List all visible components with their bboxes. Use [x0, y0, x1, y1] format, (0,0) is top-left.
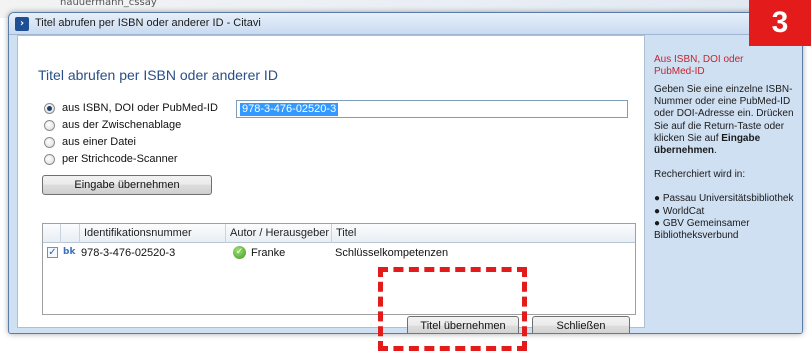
- close-button[interactable]: Schließen: [532, 316, 630, 333]
- source-name: Passau Universitätsbibliothek: [662, 193, 794, 205]
- column-header-author[interactable]: Autor / Herausgeber: [225, 224, 331, 243]
- radio-button-icon: [44, 120, 55, 131]
- radio-button-icon: [44, 154, 55, 165]
- help-text-end: .: [714, 145, 717, 157]
- row-author: Franke: [251, 247, 286, 259]
- main-content-panel: Titel abrufen per ISBN oder anderer ID a…: [17, 35, 645, 333]
- help-sources-intro: Recherchiert wird in:: [654, 169, 746, 181]
- source-name: WorldCat: [662, 205, 705, 217]
- row-checkbox[interactable]: ✓: [47, 247, 58, 258]
- radio-button-checked-icon: [44, 103, 55, 114]
- radio-label: aus einer Datei: [62, 136, 136, 148]
- help-sidebar: Aus ISBN, DOI oder PubMed-ID Geben Sie e…: [646, 35, 802, 333]
- help-title: Aus ISBN, DOI oder PubMed-ID: [654, 54, 744, 77]
- help-body: Geben Sie eine einzelne ISBN-Nummer oder…: [654, 84, 794, 242]
- radio-barcode-scanner[interactable]: per Strichcode-Scanner: [44, 152, 204, 168]
- window-title: Titel abrufen per ISBN oder anderer ID -…: [35, 17, 261, 29]
- radio-label: aus ISBN, DOI oder PubMed-ID: [62, 102, 218, 114]
- radio-button-icon: [44, 137, 55, 148]
- column-header-title[interactable]: Titel: [331, 224, 635, 243]
- radio-isbn-doi-pubmed[interactable]: aus ISBN, DOI oder PubMed-ID: [44, 101, 234, 117]
- column-header-identifier[interactable]: Identifikationsnummer: [79, 224, 225, 243]
- radio-label: per Strichcode-Scanner: [62, 153, 178, 165]
- citavi-app-icon: ›: [15, 17, 29, 31]
- radio-label: aus der Zwischenablage: [62, 119, 182, 131]
- row-identifier: 978-3-476-02520-3: [81, 247, 176, 259]
- step-number-badge: 3: [749, 0, 811, 46]
- row-title: Schlüsselkompetenzen: [335, 247, 449, 259]
- title-bar[interactable]: › Titel abrufen per ISBN oder anderer ID…: [9, 13, 802, 35]
- source-name: GBV Gemeinsamer Bibliotheksverbund: [654, 217, 750, 242]
- help-source-item: ● GBV Gemeinsamer Bibliotheksverbund: [654, 217, 750, 242]
- radio-file[interactable]: aus einer Datei: [44, 135, 164, 151]
- help-source-item: ● Passau Universitätsbibliothek: [654, 193, 794, 205]
- id-input-selected-text: 978-3-476-02520-3: [240, 103, 339, 116]
- check-circle-icon: ✓: [233, 246, 246, 259]
- id-input-field[interactable]: 978-3-476-02520-3: [236, 100, 628, 118]
- table-header: Identifikationsnummer Autor / Herausgebe…: [43, 224, 635, 243]
- results-table: Identifikationsnummer Autor / Herausgebe…: [42, 223, 636, 315]
- highlight-dashed-box: [378, 267, 527, 351]
- apply-input-button[interactable]: Eingabe übernehmen: [42, 175, 212, 195]
- help-paragraph: Geben Sie eine einzelne ISBN-Nummer oder…: [654, 84, 794, 157]
- header-checkbox-column: [60, 224, 79, 243]
- book-icon: bk: [63, 247, 76, 257]
- help-source-item: ● WorldCat: [654, 205, 705, 217]
- background-partial-text: nauuermann_cssay: [60, 0, 157, 8]
- dialog-heading: Titel abrufen per ISBN oder anderer ID: [38, 67, 278, 83]
- radio-clipboard[interactable]: aus der Zwischenablage: [44, 118, 194, 134]
- table-row[interactable]: ✓ bk 978-3-476-02520-3 ✓ Franke Schlüsse…: [43, 244, 635, 262]
